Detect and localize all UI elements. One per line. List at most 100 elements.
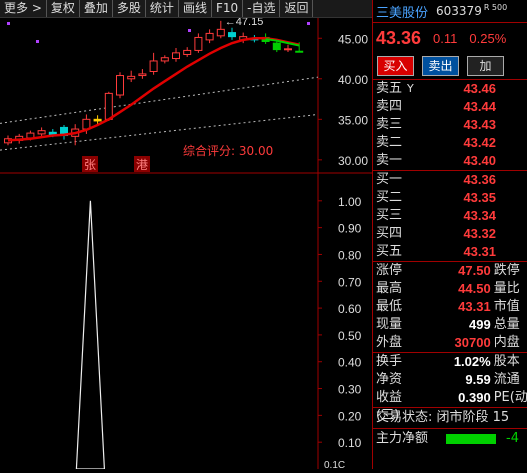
toolbar-item-7[interactable]: -自选 [243, 0, 281, 17]
indicator-spike [75, 200, 106, 470]
ask-list: 卖五 43.46 Y 卖四 43.44 卖三 43.43 卖二 43.42 卖一 43.40 [373, 80, 527, 171]
ask-row: 卖二 43.42 [373, 134, 527, 152]
bid-label: 买五 [376, 244, 403, 259]
bid-row: 买一 43.36 [373, 171, 527, 189]
stat-row: 现量 499 总量 [373, 316, 527, 334]
stat-right-label: 总量 [493, 317, 520, 332]
signal-marker [7, 22, 10, 25]
stock-header: 三美股份 603379 R 500 [373, 0, 527, 23]
toolbar-item-3[interactable]: 多股 [113, 0, 146, 17]
ask-row: 卖四 43.44 [373, 98, 527, 116]
indicator-tick-label: 0.50 [338, 329, 362, 343]
ask-row: 卖五 43.46 Y [373, 80, 527, 98]
price-row: 43.36 0.11 0.25% [373, 23, 527, 53]
stat-right-label: 股本 [493, 354, 520, 369]
bid-row: 买四 43.32 [373, 225, 527, 243]
stat-value: 43.31 [458, 299, 491, 314]
stat-right-label: PE(动 [493, 390, 527, 405]
stat-row: 外盘 30700 内盘 [373, 334, 527, 352]
main-flow-bar [446, 434, 496, 444]
toolbar-item-0[interactable]: 更多 > [0, 0, 47, 17]
ask-price: 43.46 [463, 81, 496, 96]
candle-body [138, 73, 147, 77]
stat-label: 换手 [376, 354, 403, 369]
toolbar-item-4[interactable]: 统计 [146, 0, 179, 17]
bid-price: 43.36 [463, 172, 496, 187]
toolbar-item-6[interactable]: F10 [212, 0, 244, 17]
stat-value: 44.50 [458, 281, 491, 296]
tag-zhang: 张 [84, 158, 96, 172]
ask-row: 卖三 43.43 [373, 116, 527, 134]
stat-row: 收益(三) 0.390 PE(动 [373, 389, 527, 423]
bid-price: 43.31 [463, 244, 496, 259]
indicator-tick-label: 0.70 [338, 275, 362, 289]
signal-marker [307, 22, 310, 25]
stat-label: 净资 [376, 372, 403, 387]
stat-value: 47.50 [458, 263, 491, 278]
stat-right-label: 市值 [493, 299, 520, 314]
buy-button[interactable]: 买入 [377, 56, 414, 76]
indicator-tick-label: 0.30 [338, 383, 362, 397]
stat-right-label: 跌停 [493, 263, 520, 278]
stat-label: 涨停 [376, 263, 403, 278]
stat-right-label: 流通 [493, 372, 520, 387]
signal-marker [36, 40, 39, 43]
candle-body [194, 36, 203, 51]
tag-gang: 港 [136, 158, 148, 172]
price-tick-label: 45.00 [338, 32, 368, 46]
main-flow-label: 主力净额 [376, 431, 429, 446]
candle-body [205, 32, 214, 41]
stat-row: 净资 9.59 流通 [373, 371, 527, 389]
bid-label: 买二 [376, 190, 403, 205]
chart-area: 45.00 40.00 35.00 30.00 1.00 0.90 0.80 0.70 0.60… [0, 16, 372, 471]
indicator-tick-label: 0.80 [338, 248, 362, 262]
stock-code-sup: R 500 [483, 2, 508, 12]
bid-label: 买一 [376, 172, 403, 187]
candle-body [37, 130, 46, 135]
stat-label: 最高 [376, 281, 403, 296]
stats-block-2: 换手 1.02% 股本 净资 9.59 流通 收益(三) 0.390 PE(动 [373, 353, 527, 423]
sell-button[interactable]: 卖出 [422, 56, 459, 76]
kline-chart[interactable]: 45.00 40.00 35.00 30.00 1.00 0.90 0.80 0.70 0.60… [0, 16, 372, 471]
current-price: 43.36 [376, 27, 422, 48]
candle-body [160, 57, 169, 62]
ask-label: 卖二 [376, 135, 403, 150]
bid-row: 买五 43.31 [373, 243, 527, 261]
stat-label: 收益(三) [376, 390, 403, 423]
stat-label: 现量 [376, 317, 403, 332]
indicator-tick-label: 0.90 [338, 222, 362, 236]
stat-value: 9.59 [465, 372, 491, 387]
indicator-tick-label: 0.10 [338, 436, 362, 450]
indicator-tick-label: 0.40 [338, 356, 362, 370]
toolbar-item-1[interactable]: 复权 [47, 0, 80, 17]
stat-value: 499 [468, 317, 491, 332]
ask-price: 43.43 [463, 117, 496, 132]
toolbar-item-5[interactable]: 画线 [179, 0, 212, 17]
candle-body [284, 48, 292, 51]
stock-name[interactable]: 三美股份 [376, 2, 428, 21]
high-price-marker: ←47.15 [225, 18, 264, 28]
toolbar-item-8[interactable]: 返回 [280, 0, 314, 17]
ask-label: 卖四 [376, 99, 403, 114]
price-tick-label: 35.00 [338, 113, 368, 127]
stat-value: 0.390 [458, 390, 491, 405]
ask-label: 卖三 [376, 117, 403, 132]
stat-label: 外盘 [376, 335, 403, 350]
candle-body [272, 42, 281, 51]
indicator-bottom-label: 0.1C [324, 460, 345, 469]
quote-panel: 三美股份 603379 R 500 43.36 0.11 0.25% 买入 卖出… [372, 0, 527, 469]
bid-price: 43.34 [463, 208, 496, 223]
ask-price: 43.44 [463, 99, 496, 114]
trade-buttons: 买入 卖出 加 [373, 53, 527, 80]
price-change: 0.11 [433, 30, 458, 46]
bid-price: 43.32 [463, 226, 496, 241]
add-watchlist-button[interactable]: 加 [467, 56, 504, 76]
stat-right-label: 量比 [493, 281, 520, 296]
candle-body [127, 75, 136, 80]
candle-body [149, 60, 158, 72]
ask-label: 卖一 [376, 153, 403, 168]
ask-price: 43.42 [463, 135, 496, 150]
toolbar-item-2[interactable]: 叠加 [80, 0, 113, 17]
trade-status: 交易状态: 闭市阶段 15 [373, 408, 527, 428]
indicator-tick-label: 0.20 [338, 409, 362, 423]
